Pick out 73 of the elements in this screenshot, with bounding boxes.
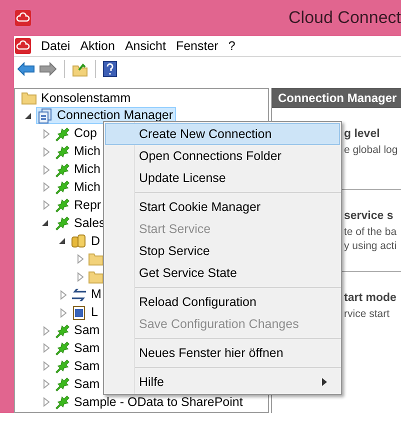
menu-item[interactable]: Ansicht [124,36,166,56]
tree-item-label: Mich [74,179,100,196]
section-text: rvice start [344,307,391,322]
documents-icon [37,108,53,124]
plug-icon [54,376,70,392]
app-icon [15,10,31,26]
section-heading: tart mode [344,291,398,306]
plug-icon [54,358,70,374]
section-heading: g level [344,127,381,142]
context-menu-item[interactable]: Start Cookie Manager [105,196,340,218]
folder-icon [21,90,37,106]
panel-header: Connection Manager [272,88,401,108]
tree-item-label: Cop [74,125,97,142]
plug-icon [54,126,70,142]
tree-item-label: Sam [74,340,100,358]
context-menu-item[interactable]: Neues Fenster hier öffnen [105,342,340,364]
plug-icon [54,179,70,196]
plug-icon [54,340,70,356]
tree-item[interactable]: Sam [53,376,103,393]
tree-item[interactable]: Mich [53,178,104,196]
folder-up-icon[interactable] [72,61,88,77]
tree-item-label: D [91,232,100,250]
tree-item[interactable]: M [70,286,104,304]
section-text: te of the ba [344,225,398,240]
context-menu-item[interactable]: Stop Service [105,240,340,262]
plug-icon [54,322,70,339]
tree-item-label: Repr [74,196,102,214]
plug-icon [54,144,70,160]
plug-icon [54,394,70,410]
tree-item[interactable]: Connection Manager [36,107,176,124]
menu-item[interactable]: Aktion [80,36,115,56]
tree-item-label: Connection Manager [57,107,174,124]
tree-item[interactable]: D [70,232,104,250]
context-menu-item[interactable]: Create New Connection [105,123,340,145]
tree-item[interactable]: Sam [53,358,103,375]
plug-icon [54,162,70,178]
context-menu-item[interactable]: Update License [105,167,340,189]
section-heading: service s [344,209,394,224]
menu-item[interactable]: Fenster [176,36,218,56]
tree-item[interactable]: Cop [53,125,100,142]
plug-icon [54,215,70,232]
menu-app-icon [15,38,31,54]
menu-item[interactable]: ? [228,36,236,56]
context-menu-item[interactable]: Hilfe [105,371,340,393]
database-icon [71,233,87,250]
section-text: e global log [344,143,399,158]
tree-item-label: L [91,304,98,322]
tree-item[interactable]: Repr [53,196,104,214]
tree-item[interactable]: Mich [53,143,104,160]
context-menu-item[interactable]: Reload Configuration [105,291,340,313]
tree-item-label: Mich [74,161,100,178]
tree-item-label: Sam [74,322,100,340]
section-text: y using acti [344,239,398,254]
tree-item[interactable]: Sam [53,340,103,357]
tree-item-label: M [91,286,102,304]
plug-icon [54,197,70,214]
tree-item-label: Sam [74,358,100,375]
forward-arrow-icon[interactable] [39,62,57,76]
tree-item-label: Mich [74,143,100,160]
help-icon[interactable] [103,61,117,77]
back-arrow-icon[interactable] [17,62,35,76]
menu-item[interactable]: Datei [41,36,70,56]
tree-item[interactable]: L [70,304,101,322]
arrows-icon [71,286,87,303]
context-menu-item[interactable]: Get Service State [105,262,340,284]
tree-item[interactable]: Konsolenstamm [20,89,134,106]
tree-item-label: Konsolenstamm [41,90,131,107]
window-title: Cloud Connect [288,7,401,30]
context-menu-item[interactable]: Open Connections Folder [105,145,340,167]
tree-item[interactable]: Sam [53,322,103,340]
tree-item[interactable]: Mich [53,161,104,178]
submenu-arrow-icon [322,378,327,386]
tree-item-label: Sam [74,376,100,393]
